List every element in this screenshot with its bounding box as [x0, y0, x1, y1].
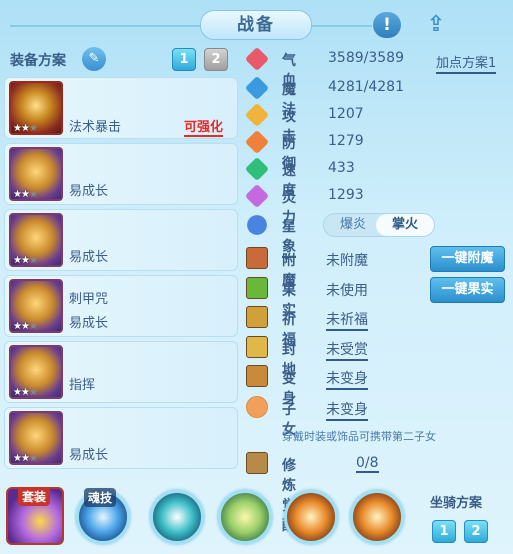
add-point-scheme-link[interactable]: 加点方案1 — [436, 52, 497, 74]
star-rating: ★★★ — [13, 189, 38, 200]
lightning-icon — [244, 156, 270, 182]
constellation-option-baoyan[interactable]: 爆炎 — [324, 214, 382, 236]
star-sign-icon — [247, 215, 267, 235]
scheme-button-2[interactable]: 2 — [204, 48, 228, 71]
star-rating: ★★★ — [13, 255, 38, 266]
skill-slot-3[interactable] — [284, 490, 338, 544]
one-click-enchant-button[interactable]: 一键附魔 — [430, 246, 505, 272]
prop-value: 未附魔 — [326, 253, 368, 269]
enhance-link[interactable]: 可强化 — [183, 116, 223, 137]
equipment-effect: 指挥 — [69, 378, 96, 393]
stat-value: 1279 — [328, 133, 364, 149]
share-icon[interactable]: ⇪ — [422, 12, 450, 38]
constellation-toggle: 爆炎 掌火 — [323, 213, 435, 237]
equipment-slot-armor[interactable]: ★★★ 刺甲咒 易成长 — [4, 275, 238, 337]
pencil-icon[interactable]: ✎ — [82, 47, 106, 71]
prop-value[interactable]: 0/8 — [356, 455, 379, 473]
prop-value[interactable]: 未祈福 — [326, 309, 368, 331]
constellation-option-zhanghuo[interactable]: 掌火 — [376, 214, 434, 236]
soul-skill-label: 魂技 — [84, 488, 117, 507]
title-bar: 战备 ! ⇪ — [0, 0, 513, 42]
prop-value[interactable]: 未变身 — [326, 368, 368, 390]
equipment-slot-boots[interactable]: ★★★ 易成长 — [4, 407, 238, 469]
child-icon — [246, 396, 268, 418]
equipment-slot-necklace[interactable]: ★★★ 易成长 — [4, 209, 238, 271]
skill-slot-2[interactable] — [218, 490, 272, 544]
shield-icon — [244, 129, 270, 155]
skill-slot-1[interactable] — [150, 490, 204, 544]
star-rating: ★★★ — [13, 123, 38, 134]
heart-icon — [244, 46, 270, 72]
equipment-list: ★★★ 法术暴击 可强化 ★★★ 易成长 ★★★ 易成长 ★★★ 刺甲咒 易成长… — [4, 77, 238, 473]
spirit-icon — [244, 183, 270, 209]
scheme-button-1[interactable]: 1 — [172, 48, 196, 71]
prop-value[interactable]: 未受赏 — [326, 339, 368, 361]
page-title: 战备 — [200, 10, 312, 40]
transform-icon — [246, 365, 268, 387]
equipment-effect: 易成长 — [69, 448, 109, 463]
equipment-effect-2: 易成长 — [69, 316, 109, 331]
star-rating: ★★★ — [13, 453, 38, 464]
equipment-effect: 易成长 — [69, 184, 109, 199]
outfit-label: 套装 — [18, 487, 51, 506]
prop-value[interactable]: 未变身 — [326, 399, 368, 421]
stat-value: 433 — [328, 160, 355, 176]
title-divider-right — [312, 25, 372, 27]
prop-value: 未使用 — [326, 283, 368, 299]
exclamation-icon[interactable]: ! — [373, 12, 401, 38]
equipment-slot-belt[interactable]: ★★★ 指挥 — [4, 341, 238, 403]
skill-slot-4[interactable] — [350, 490, 404, 544]
enchant-icon — [246, 247, 268, 269]
equipment-effect: 法术暴击 — [69, 120, 122, 135]
stat-value: 3589/3589 — [328, 50, 404, 66]
second-child-hint: 穿戴时装或饰品可携带第二子女 — [282, 430, 436, 443]
cultivation-icon — [246, 452, 268, 474]
equipment-effect: 刺甲咒 — [69, 292, 109, 307]
one-click-fruit-button[interactable]: 一键果实 — [430, 277, 505, 303]
mount-scheme-label: 坐骑方案 — [430, 496, 483, 511]
stat-value: 4281/4281 — [328, 79, 404, 95]
stat-value: 1293 — [328, 187, 364, 203]
equipment-slot-weapon[interactable]: ★★★ 法术暴击 可强化 — [4, 77, 238, 139]
sword-icon — [244, 102, 270, 128]
fief-icon — [246, 336, 268, 358]
equip-scheme-label: 装备方案 — [10, 53, 66, 69]
mana-icon — [244, 75, 270, 101]
stat-value: 1207 — [328, 106, 364, 122]
equipment-slot-helmet[interactable]: ★★★ 易成长 — [4, 143, 238, 205]
equipment-effect: 易成长 — [69, 250, 109, 265]
title-divider-left — [10, 25, 200, 27]
mount-button-2[interactable]: 2 — [464, 520, 488, 543]
mount-button-1[interactable]: 1 — [432, 520, 456, 543]
star-rating: ★★★ — [13, 387, 38, 398]
blessing-icon — [246, 306, 268, 328]
fruit-icon — [246, 277, 268, 299]
star-rating: ★★★ — [13, 321, 38, 332]
